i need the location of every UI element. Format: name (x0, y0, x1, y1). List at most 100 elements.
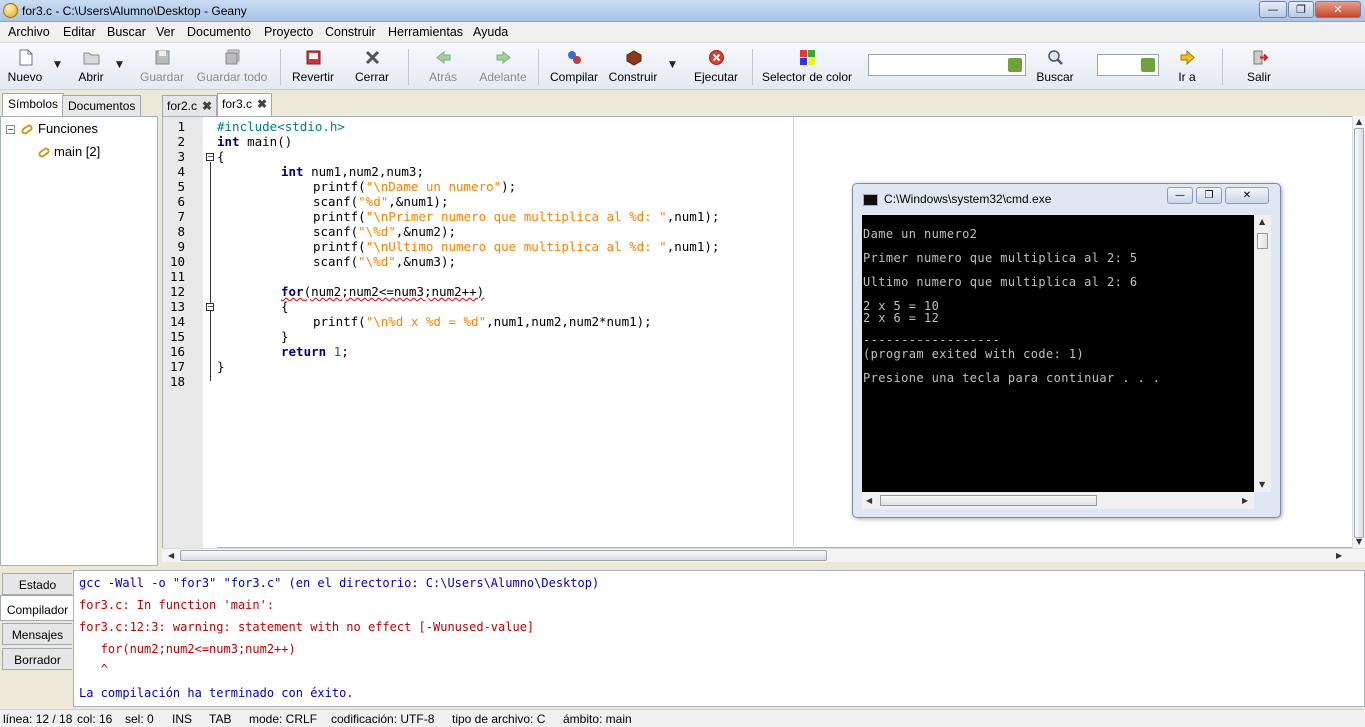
scroll-up-icon[interactable]: ▲ (1356, 117, 1362, 126)
code-keyword: int (281, 164, 304, 179)
maximize-button[interactable]: ❐ (1288, 1, 1314, 18)
tab-mensajes[interactable]: Mensajes (2, 623, 72, 645)
tree-item-main[interactable]: main [2] (54, 144, 100, 159)
scroll-up-icon[interactable]: ▲ (1259, 217, 1265, 226)
scroll-down-icon[interactable]: ▼ (1356, 537, 1362, 546)
menu-ver[interactable]: Ver (156, 25, 175, 39)
tab-documentos[interactable]: Documentos (62, 95, 142, 116)
tab-for3[interactable]: for3.c ✖ (217, 93, 273, 116)
goto-button[interactable]: Ir a (1172, 43, 1202, 90)
tab-borrador[interactable]: Borrador (2, 648, 72, 670)
scrollbar-thumb[interactable] (880, 495, 1097, 506)
menu-proyecto[interactable]: Proyecto (264, 25, 313, 39)
code-string: "\%d" (358, 254, 396, 269)
revert-button-label: Revertir (291, 70, 334, 84)
toolbar-separator (280, 49, 281, 85)
fold-margin: − − (203, 117, 217, 549)
status-indent-mode: TAB (209, 712, 232, 726)
sidebar-tabs: Símbolos Documentos (0, 92, 160, 116)
compiler-message[interactable]: for3.c: In function 'main': (79, 598, 274, 612)
minimize-button[interactable]: — (1259, 1, 1287, 18)
code-text: ,num1); (666, 239, 720, 254)
fold-toggle-icon[interactable]: − (206, 303, 214, 311)
menu-construir[interactable]: Construir (325, 25, 376, 39)
close-window-button[interactable]: ✕ (1315, 1, 1361, 18)
console-minimize-button[interactable]: — (1167, 187, 1193, 204)
line-number: 16 (169, 344, 185, 359)
console-maximize-button[interactable]: ❐ (1196, 187, 1222, 204)
line-number: 8 (177, 224, 185, 239)
goto-line-input[interactable] (1097, 54, 1159, 76)
tab-estado[interactable]: Estado (2, 573, 72, 595)
scroll-right-icon[interactable]: ▶ (1242, 496, 1248, 505)
scroll-down-icon[interactable]: ▼ (1259, 480, 1265, 489)
compile-button-label: Compilar (549, 70, 598, 84)
close-file-button[interactable]: Cerrar (352, 43, 392, 90)
fold-toggle-icon[interactable]: − (206, 153, 214, 161)
quit-button[interactable]: Salir (1244, 43, 1274, 90)
compiler-output[interactable]: gcc -Wall -o "for3" "for3.c" (en el dire… (73, 570, 1365, 707)
clear-goto-icon[interactable] (1141, 58, 1155, 72)
collapse-functions-icon[interactable]: − (6, 125, 15, 134)
run-button-label: Ejecutar (693, 70, 739, 84)
tab-simbolos[interactable]: Símbolos (2, 93, 65, 116)
compiler-success[interactable]: La compilación ha terminado con éxito. (79, 686, 354, 700)
editor-horizontal-scrollbar[interactable]: ◀ ▶ (162, 548, 1365, 562)
compile-button[interactable]: Compilar (546, 43, 602, 90)
menu-ayuda[interactable]: Ayuda (473, 25, 508, 39)
clear-search-icon[interactable] (1008, 58, 1022, 72)
scroll-left-icon[interactable]: ◀ (866, 496, 872, 505)
menu-editar[interactable]: Editar (63, 25, 96, 39)
compiler-warning[interactable]: for3.c:12:3: warning: statement with no … (79, 620, 534, 634)
console-horizontal-scrollbar[interactable]: ◀ ▶ (862, 492, 1254, 509)
code-text: scanf( (313, 224, 359, 239)
line-number: 4 (177, 164, 185, 179)
console-output[interactable]: Dame un numero2 Primer numero que multip… (862, 215, 1254, 492)
line-number: 11 (169, 269, 185, 284)
run-button[interactable]: Ejecutar (692, 43, 740, 90)
save-all-button[interactable]: Guardar todo (194, 43, 270, 90)
compiler-message[interactable]: for(num2;num2<=num3;num2++) (79, 642, 296, 656)
scrollbar-thumb[interactable] (180, 550, 827, 561)
status-bar: línea: 12 / 18 col: 16 sel: 0 INS TAB mo… (0, 709, 1365, 727)
menu-herramientas[interactable]: Herramientas (388, 25, 463, 39)
compiler-command[interactable]: gcc -Wall -o "for3" "for3.c" (en el dire… (79, 576, 599, 590)
tab-compilador[interactable]: Compilador (0, 595, 74, 621)
new-button[interactable]: Nuevo (4, 43, 46, 90)
build-button[interactable]: Construir (606, 43, 660, 90)
close-tab-icon[interactable]: ✖ (202, 99, 212, 113)
tab-for2[interactable]: for2.c ✖ (162, 95, 218, 116)
code-line: { (281, 299, 289, 314)
back-button[interactable]: Atrás (424, 43, 462, 90)
console-window[interactable]: C:\Windows\system32\cmd.exe — ❐ ✕ Dame u… (852, 183, 1281, 518)
search-input[interactable] (868, 54, 1026, 76)
forward-button[interactable]: Adelante (476, 43, 530, 90)
scroll-right-icon[interactable]: ▶ (1336, 551, 1342, 560)
color-picker-button[interactable]: Selector de color (760, 43, 854, 90)
scrollbar-thumb[interactable] (1354, 128, 1364, 538)
console-close-button[interactable]: ✕ (1225, 187, 1269, 204)
compiler-message[interactable]: ^ (79, 662, 108, 676)
new-dropdown-arrow-icon[interactable]: ▼ (54, 60, 61, 70)
editor-vertical-scrollbar[interactable]: ▲ ▼ (1352, 116, 1365, 548)
scroll-left-icon[interactable]: ◀ (168, 551, 174, 560)
window-title: for3.c - C:\Users\Alumno\Desktop - Geany (22, 4, 247, 18)
save-button[interactable]: Guardar (138, 43, 186, 90)
revert-icon (306, 50, 320, 65)
revert-button[interactable]: Revertir (290, 43, 336, 90)
code-keyword: for (281, 284, 304, 299)
line-number: 17 (169, 359, 185, 374)
menu-buscar[interactable]: Buscar (107, 25, 146, 39)
scrollbar-thumb[interactable] (1257, 233, 1268, 249)
tree-item-funciones[interactable]: Funciones (38, 121, 98, 136)
close-tab-icon[interactable]: ✖ (257, 97, 267, 111)
menu-archivo[interactable]: Archivo (8, 25, 50, 39)
open-button[interactable]: Abrir (72, 43, 110, 90)
build-dropdown-arrow-icon[interactable]: ▼ (669, 60, 676, 70)
open-dropdown-arrow-icon[interactable]: ▼ (116, 60, 123, 70)
search-button[interactable]: Buscar (1034, 43, 1076, 90)
console-vertical-scrollbar[interactable]: ▲ ▼ (1254, 215, 1271, 492)
close-file-button-label: Cerrar (354, 70, 389, 84)
menu-documento[interactable]: Documento (187, 25, 251, 39)
open-button-label: Abrir (78, 70, 104, 84)
